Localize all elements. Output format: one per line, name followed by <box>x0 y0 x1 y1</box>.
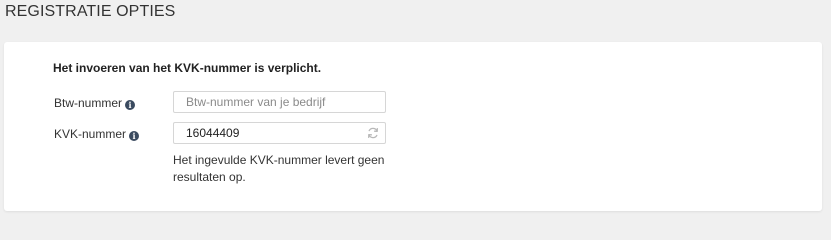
kvk-input-wrapper <box>173 122 386 144</box>
required-notice: Het invoeren van het KVK-nummer is verpl… <box>53 61 322 75</box>
btw-label-text: Btw-nummer <box>54 96 123 110</box>
btw-label: Btw-nummer i <box>54 96 136 110</box>
kvk-input[interactable] <box>174 123 385 143</box>
kvk-row: KVK-nummer i <box>4 122 822 146</box>
section-title: REGISTRATIE OPTIES <box>5 3 176 20</box>
btw-row: Btw-nummer i <box>4 91 822 115</box>
kvk-label-text: KVK-nummer <box>54 127 127 141</box>
registration-options-panel: Het invoeren van het KVK-nummer is verpl… <box>4 42 822 211</box>
kvk-error-message: Het ingevulde KVK-nummer levert geen res… <box>173 153 385 184</box>
btw-input[interactable] <box>174 92 385 112</box>
btw-input-wrapper <box>173 91 386 113</box>
info-icon[interactable]: i <box>129 131 140 141</box>
kvk-label: KVK-nummer i <box>54 127 140 141</box>
info-icon[interactable]: i <box>125 100 136 110</box>
refresh-icon[interactable] <box>367 127 379 139</box>
